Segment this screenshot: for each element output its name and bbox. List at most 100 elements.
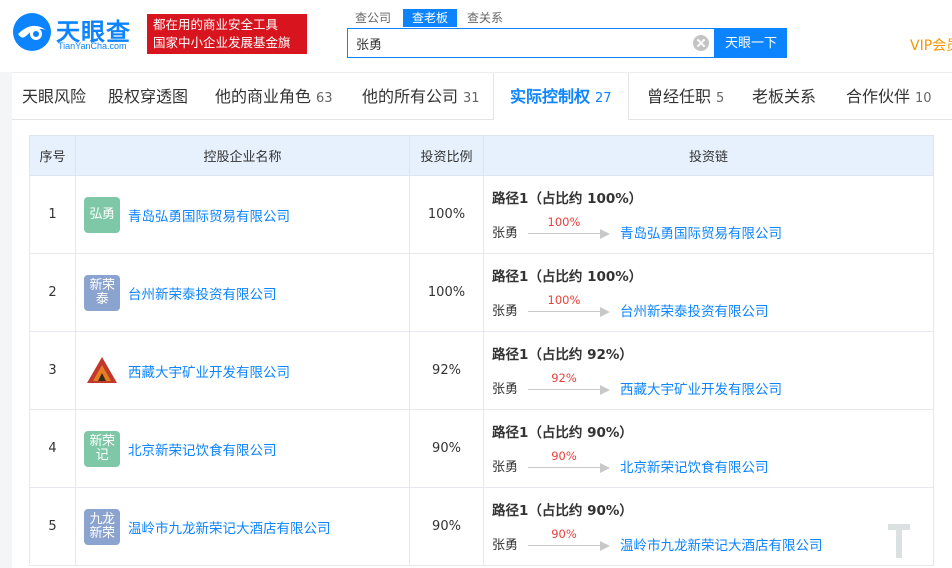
chain-cell: 路径1（占比约 100%） 张勇 100% 台州新荣泰投资有限公司: [483, 253, 934, 332]
boss-tab-bar: 天眼风险 股权穿透图 他的商业角色 63 他的所有公司 31 实际控制权 27 曾经任…: [12, 72, 952, 120]
target-company-link[interactable]: 温岭市九龙新荣记大酒店有限公司: [620, 534, 823, 554]
holder-name[interactable]: 张勇: [492, 222, 518, 241]
company-link[interactable]: 北京新荣记饮食有限公司: [128, 439, 277, 459]
company-cell: 新荣记 北京新荣记饮食有限公司: [75, 409, 410, 488]
tab-boss-relations[interactable]: 老板关系: [752, 73, 816, 120]
tianyancha-logo[interactable]: 天眼查 TianYanCha.com: [12, 10, 140, 54]
tab-count: 63: [316, 91, 333, 106]
company-avatar: 新荣泰: [84, 274, 120, 311]
search-input[interactable]: [348, 29, 688, 57]
chain-cell: 路径1（占比约 90%） 张勇 90% 北京新荣记饮食有限公司: [483, 409, 934, 488]
tab-count: 5: [716, 91, 725, 106]
holder-name[interactable]: 张勇: [492, 378, 518, 397]
tab-risk[interactable]: 天眼风险: [22, 73, 86, 120]
row-index: 2: [29, 253, 76, 332]
company-link[interactable]: 温岭市九龙新荣记大酒店有限公司: [128, 517, 331, 537]
table-header: 序号 控股企业名称 投资比例 投资链: [29, 135, 934, 176]
content-panel: 序号 控股企业名称 投资比例 投资链 1 弘勇 青岛弘勇国际贸易有限公司 100…: [12, 120, 952, 568]
target-company-link[interactable]: 台州新荣泰投资有限公司: [620, 300, 769, 320]
tab-label: 天眼风险: [22, 87, 87, 106]
company-cell: 弘勇 青岛弘勇国际贸易有限公司: [75, 175, 410, 254]
arrow-icon: 90%: [528, 448, 614, 476]
arrow-icon: 92%: [528, 370, 614, 398]
search-tab-relation[interactable]: 查关系: [462, 9, 508, 27]
header-ratio: 投资比例: [409, 135, 484, 176]
arrow-icon: 90%: [528, 526, 614, 554]
tab-label: 他的所有公司: [362, 87, 459, 106]
edge-percent: 100%: [547, 292, 581, 307]
tab-all-companies[interactable]: 他的所有公司 31: [362, 73, 480, 120]
row-index: 1: [29, 175, 76, 254]
arrow-icon: 100%: [528, 292, 614, 320]
company-logo-icon: [84, 352, 120, 389]
control-table: 序号 控股企业名称 投资比例 投资链 1 弘勇 青岛弘勇国际贸易有限公司 100…: [29, 135, 934, 566]
ad-banner[interactable]: 都在用的商业安全工具 国家中小企业发展基金旗下: [147, 14, 307, 68]
company-avatar: 新荣记: [84, 430, 120, 467]
company-cell: 九龙新荣 温岭市九龙新荣记大酒店有限公司: [75, 487, 410, 566]
target-company-link[interactable]: 北京新荣记饮食有限公司: [620, 456, 769, 476]
tab-label: 老板关系: [752, 87, 817, 106]
ratio-cell: 92%: [409, 331, 484, 410]
company-link[interactable]: 青岛弘勇国际贸易有限公司: [128, 205, 290, 225]
header-company: 控股企业名称: [75, 135, 410, 176]
ratio-cell: 90%: [409, 487, 484, 566]
path-title: 路径1（占比约 100%）: [492, 190, 643, 207]
company-link[interactable]: 西藏大宇矿业开发有限公司: [128, 361, 290, 381]
target-company-link[interactable]: 西藏大宇矿业开发有限公司: [620, 378, 782, 398]
top-header: 天眼查 TianYanCha.com 都在用的商业安全工具 国家中小企业发展基金…: [0, 0, 952, 72]
clear-icon[interactable]: [693, 35, 709, 51]
holder-name[interactable]: 张勇: [492, 456, 518, 475]
ratio-cell: 100%: [409, 253, 484, 332]
tab-equity-penetration[interactable]: 股权穿透图: [108, 73, 188, 120]
chain-cell: 路径1（占比约 100%） 张勇 100% 青岛弘勇国际贸易有限公司: [483, 175, 934, 254]
tab-count: 10: [915, 91, 932, 106]
edge-percent: 90%: [551, 448, 577, 463]
path-title: 路径1（占比约 100%）: [492, 268, 643, 285]
tab-count: 27: [595, 91, 612, 106]
edge-percent: 90%: [551, 526, 577, 541]
tab-former-positions[interactable]: 曾经任职 5: [647, 73, 724, 120]
table-row: 1 弘勇 青岛弘勇国际贸易有限公司 100% 路径1（占比约 100%） 张勇 …: [29, 175, 934, 254]
tab-count: 31: [463, 91, 480, 106]
search-tab-boss[interactable]: 查老板: [403, 9, 457, 27]
watermark-icon: [888, 524, 910, 558]
holder-name[interactable]: 张勇: [492, 534, 518, 553]
tab-label: 实际控制权: [510, 87, 591, 106]
holder-name[interactable]: 张勇: [492, 300, 518, 319]
arrow-icon: 100%: [528, 214, 614, 242]
tab-label: 股权穿透图: [108, 87, 189, 106]
tab-label: 曾经任职: [647, 87, 712, 106]
search-tab-company[interactable]: 查公司: [350, 9, 396, 27]
company-avatar: 弘勇: [84, 196, 120, 233]
tab-label: 他的商业角色: [215, 87, 312, 106]
path-title: 路径1（占比约 90%）: [492, 424, 633, 441]
target-company-link[interactable]: 青岛弘勇国际贸易有限公司: [620, 222, 782, 242]
path-title: 路径1（占比约 90%）: [492, 502, 633, 519]
vip-link[interactable]: VIP会员: [910, 35, 952, 55]
table-row: 5 九龙新荣 温岭市九龙新荣记大酒店有限公司 90% 路径1（占比约 90%） …: [29, 487, 934, 566]
tab-label: 合作伙伴: [846, 87, 911, 106]
company-cell: 新荣泰 台州新荣泰投资有限公司: [75, 253, 410, 332]
ratio-cell: 100%: [409, 175, 484, 254]
path-title: 路径1（占比约 92%）: [492, 346, 633, 363]
tab-actual-control[interactable]: 实际控制权 27: [493, 73, 629, 120]
search-box: [347, 28, 715, 58]
header-index: 序号: [29, 135, 76, 176]
tab-partners[interactable]: 合作伙伴 10: [846, 73, 932, 120]
row-index: 3: [29, 331, 76, 410]
company-avatar: 九龙新荣: [84, 508, 120, 545]
row-index: 5: [29, 487, 76, 566]
company-link[interactable]: 台州新荣泰投资有限公司: [128, 283, 277, 303]
chain-cell: 路径1（占比约 90%） 张勇 90% 温岭市九龙新荣记大酒店有限公司: [483, 487, 934, 566]
edge-percent: 92%: [551, 370, 577, 385]
ad-line-2: 国家中小企业发展基金旗下: [153, 35, 291, 68]
edge-percent: 100%: [547, 214, 581, 229]
eye-logo-icon: [13, 13, 51, 51]
header-chain: 投资链: [483, 135, 934, 176]
chain-cell: 路径1（占比约 92%） 张勇 92% 西藏大宇矿业开发有限公司: [483, 331, 934, 410]
table-row: 3 西藏大宇矿业开发有限公司 92% 路径1（占比约 92%） 张勇 92% 西…: [29, 331, 934, 410]
table-row: 2 新荣泰 台州新荣泰投资有限公司 100% 路径1（占比约 100%） 张勇 …: [29, 253, 934, 332]
company-cell: 西藏大宇矿业开发有限公司: [75, 331, 410, 410]
tab-business-roles[interactable]: 他的商业角色 63: [215, 73, 333, 120]
search-button[interactable]: 天眼一下: [715, 28, 787, 58]
